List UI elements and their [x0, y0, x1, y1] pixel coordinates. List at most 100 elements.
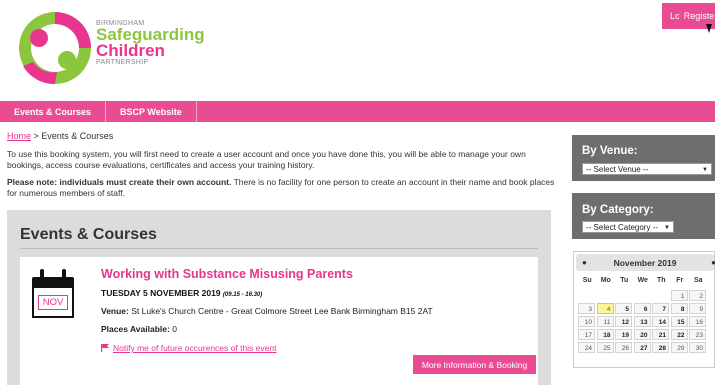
event-card: NOV Working with Substance Misusing Pare… — [20, 257, 538, 385]
calendar-day[interactable]: 6 — [633, 303, 651, 314]
weekday-label: Fr — [676, 277, 684, 284]
calendar-day[interactable]: 5 — [615, 303, 632, 314]
calendar-icon: NOV — [32, 269, 74, 319]
calendar-day[interactable]: 4 — [596, 303, 614, 314]
weekday-label: Su — [582, 277, 592, 284]
calendar-ring-icon — [62, 269, 66, 281]
bscp-logo-icon[interactable] — [17, 10, 93, 86]
category-filter-box: By Category: -- Select Category -- ▼ — [572, 193, 715, 239]
calendar-month: November 2019 — [613, 257, 677, 268]
weekday-label: Sa — [693, 277, 703, 284]
notify-link[interactable]: Notify me of future occurences of this e… — [101, 343, 276, 353]
events-panel: Events & Courses NOV Working with Substa… — [7, 210, 551, 385]
venue-select-value: -- Select Venue -- — [586, 164, 649, 174]
calendar-day[interactable]: 24 — [578, 342, 595, 353]
event-venue-label: Venue: — [101, 306, 129, 316]
calendar-week-row: 3456789 — [578, 303, 708, 314]
breadcrumb-home-link[interactable]: Home — [7, 131, 31, 141]
event-venue-value: St Luke's Church Centre - Great Colmore … — [128, 306, 433, 316]
calendar-day[interactable]: 15 — [670, 316, 688, 327]
calendar-icon-top — [32, 277, 74, 288]
category-filter-title: By Category: — [582, 204, 654, 216]
weekday-label: Mo — [600, 277, 611, 284]
category-select[interactable]: -- Select Category -- ▼ — [582, 221, 674, 233]
calendar-day[interactable]: 3 — [578, 303, 595, 314]
weekday-label: Tu — [620, 277, 629, 284]
calendar-day[interactable]: 2 — [689, 290, 706, 301]
calendar-day[interactable]: 23 — [689, 329, 706, 340]
note-bold: Please note: individuals must create the… — [7, 177, 232, 187]
category-select-value: -- Select Category -- — [586, 222, 659, 232]
event-venue: Venue: St Luke's Church Centre - Great C… — [101, 306, 433, 316]
nav-item-events-courses[interactable]: Events & Courses — [0, 101, 107, 122]
dropdown-arrow-icon: ▼ — [702, 167, 708, 173]
venue-filter-title: By Venue: — [582, 145, 638, 157]
calendar-empty-cell — [652, 290, 669, 301]
calendar-week-row: 10 11 12 13 14 15 16 — [578, 316, 708, 327]
calendar-day[interactable]: 12 — [615, 316, 632, 327]
calendar-day[interactable]: 20 — [633, 329, 651, 340]
calendar-day[interactable]: 1 — [670, 290, 688, 301]
calendar-widget: ● November 2019 ● Su Mo Tu We Th Fr Sa 1… — [573, 251, 715, 368]
calendar-icon-body: NOV — [32, 288, 74, 318]
intro-text: To use this booking system, you will fir… — [7, 149, 526, 170]
calendar-week-row: 17 18 19 20 21 22 23 — [578, 329, 708, 340]
event-month: NOV — [37, 294, 69, 310]
events-title: Events & Courses — [20, 226, 157, 243]
calendar-empty-cell — [597, 290, 614, 301]
calendar-day[interactable]: 28 — [652, 342, 669, 353]
calendar-header: ● November 2019 ● — [576, 254, 715, 271]
nav-item-bscp-website[interactable]: BSCP Website — [106, 101, 197, 122]
calendar-day[interactable]: 30 — [689, 342, 706, 353]
calendar-empty-cell — [578, 290, 595, 301]
brand-line-2: Children — [96, 41, 165, 60]
calendar-day[interactable]: 27 — [633, 342, 651, 353]
calendar-day[interactable]: 19 — [615, 329, 632, 340]
calendar-empty-cell — [634, 290, 651, 301]
calendar-day[interactable]: 11 — [596, 316, 614, 327]
dropdown-arrow-icon: ▼ — [664, 225, 670, 231]
event-time: (09.15 - 16.30) — [222, 292, 263, 298]
calendar-day[interactable]: 29 — [670, 342, 688, 353]
events-divider — [20, 248, 538, 249]
brand-small-bottom: PARTNERSHIP — [96, 59, 149, 66]
note-text: Please note: individuals must create the… — [7, 177, 562, 198]
site-header: BIRMINGHAM Safeguarding Children PARTNER… — [0, 0, 715, 102]
calendar-day[interactable]: 16 — [689, 316, 706, 327]
brand-text: BIRMINGHAM Safeguarding Children PARTNER… — [96, 20, 205, 66]
calendar-prev-icon[interactable]: ● — [582, 258, 587, 267]
main-nav: Events & Courses BSCP Website — [0, 101, 715, 122]
calendar-day[interactable]: 17 — [578, 329, 595, 340]
event-title-link[interactable]: Working with Substance Misusing Parents — [101, 267, 353, 281]
calendar-empty-cell — [615, 290, 632, 301]
notify-link-text: Notify me of future occurences of this e… — [113, 343, 277, 353]
calendar-ring-icon — [40, 269, 44, 281]
calendar-week-row: 24 25 26 27 28 29 30 — [578, 342, 708, 353]
event-date-text: TUESDAY 5 NOVEMBER 2019 — [101, 288, 221, 298]
calendar-day[interactable]: 22 — [670, 329, 688, 340]
event-places-value: 0 — [169, 324, 177, 334]
breadcrumb-current: > Events & Courses — [31, 131, 114, 141]
calendar-grid: 1 2 3 4 5 6 7 8 9 10 11 12 13 14 15 16 17 18 19 20 21 22 23 24 2… — [578, 290, 708, 355]
calendar-day[interactable]: 9 — [689, 303, 706, 314]
weekday-label: We — [637, 277, 648, 284]
weekday-label: Th — [656, 277, 666, 284]
calendar-next-icon[interactable]: ● — [711, 258, 715, 267]
calendar-day[interactable]: 8 — [670, 303, 688, 314]
calendar-day[interactable]: 14 — [652, 316, 669, 327]
flag-icon — [101, 344, 109, 352]
main-content: Home > Events & Courses To use this book… — [7, 131, 562, 198]
breadcrumb: Home > Events & Courses — [7, 131, 562, 141]
calendar-day[interactable]: 21 — [652, 329, 669, 340]
calendar-day[interactable]: 7 — [652, 303, 669, 314]
more-information-booking-button[interactable]: More Information & Booking — [413, 355, 536, 374]
calendar-day[interactable]: 25 — [596, 342, 614, 353]
venue-select[interactable]: -- Select Venue -- ▼ — [582, 163, 712, 175]
calendar-day[interactable]: 18 — [596, 329, 614, 340]
calendar-weekdays: Su Mo Tu We Th Fr Sa — [578, 277, 708, 284]
calendar-day[interactable]: 26 — [615, 342, 632, 353]
calendar-day[interactable]: 10 — [578, 316, 595, 327]
calendar-day[interactable]: 13 — [633, 316, 651, 327]
venue-filter-box: By Venue: -- Select Venue -- ▼ — [572, 135, 715, 181]
event-places: Places Available: 0 — [101, 324, 177, 334]
